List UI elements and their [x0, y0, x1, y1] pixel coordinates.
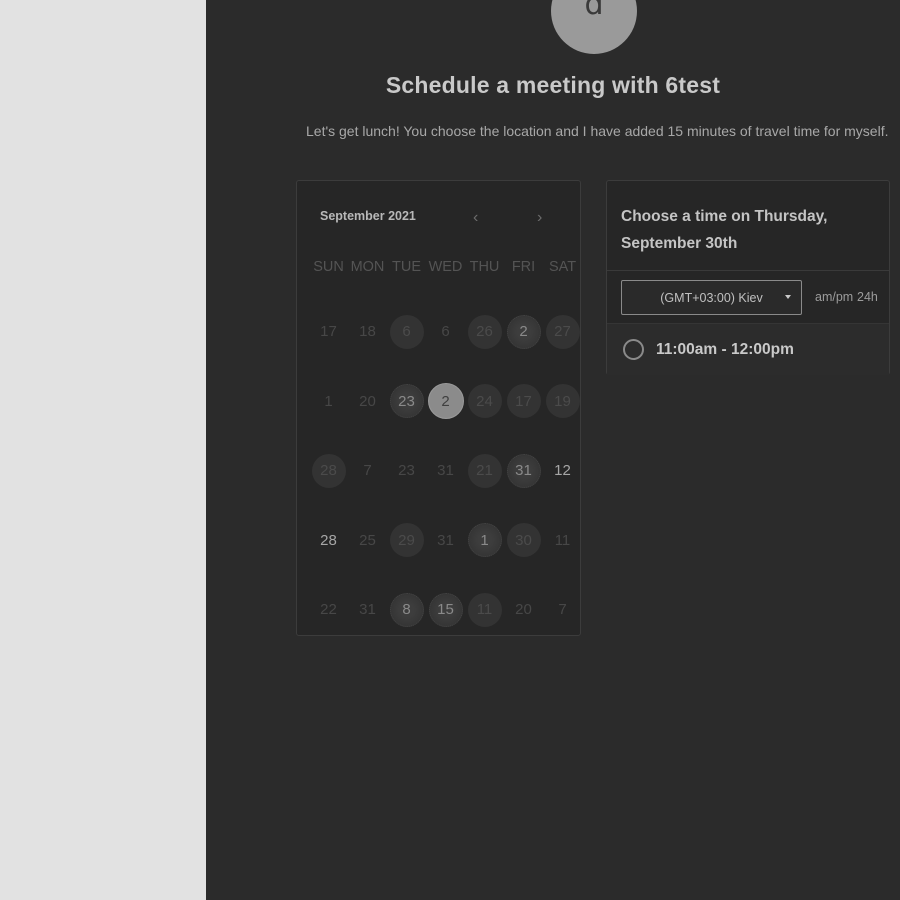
calendar-day-available[interactable]: 6 — [387, 297, 426, 367]
calendar-day: 20 — [359, 392, 376, 410]
calendar-day-available[interactable]: 29 — [387, 506, 426, 576]
calendar-day: 20 — [515, 601, 532, 619]
weekday-label: MON — [350, 259, 385, 275]
calendar-day: 7 — [558, 601, 567, 619]
avatar: d — [551, 0, 637, 54]
calendar-day-available[interactable]: 17 — [504, 367, 543, 437]
calendar-day-available[interactable]: 24 — [465, 367, 504, 437]
calendar-day: 31 — [437, 531, 454, 549]
weekday-label: TUE — [392, 259, 421, 275]
calendar-day-available[interactable]: 26 — [465, 297, 504, 367]
timezone-value: (GMT+03:00) Kiev — [660, 290, 763, 305]
calendar-day: 17 — [320, 323, 337, 341]
caret-down-icon — [785, 295, 791, 299]
calendar-day: 31 — [437, 462, 454, 480]
weekday-label: SAT — [548, 259, 577, 275]
weekday-label: THU — [469, 259, 500, 275]
time-picker-panel: Choose a time on Thursday, September 30t… — [606, 180, 890, 375]
calendar-day: 31 — [359, 601, 376, 619]
calendar-day: 23 — [398, 462, 415, 480]
calendar-day-available[interactable]: 23 — [387, 367, 426, 437]
page-title: Schedule a meeting with 6test — [385, 72, 721, 98]
calendar-day-available[interactable]: 30 — [504, 506, 543, 576]
calendar-grid: 17 18 6 6 26 2 27 1 20 23 2 24 17 19 28 … — [309, 297, 584, 645]
calendar-day-available[interactable]: 28 — [309, 436, 348, 506]
format-24h-toggle[interactable]: 24h — [857, 290, 878, 304]
calendar-day-available[interactable]: 27 — [543, 297, 582, 367]
weekday-label: SUN — [313, 259, 344, 275]
calendar-day-available[interactable]: 19 — [543, 367, 582, 437]
calendar-day-available[interactable]: 8 — [387, 575, 426, 645]
calendar-day: 25 — [359, 531, 376, 549]
calendar-day-available[interactable]: 11 — [465, 575, 504, 645]
divider — [607, 270, 889, 271]
calendar-day: 6 — [441, 323, 450, 341]
weekday-label: FRI — [511, 259, 536, 275]
scheduler-page: d Schedule a meeting with 6test Let's ge… — [206, 0, 900, 900]
weekday-label: WED — [428, 259, 463, 275]
chevron-left-icon[interactable]: ‹ — [473, 209, 478, 227]
time-picker-heading: Choose a time on Thursday, September 30t… — [621, 208, 828, 252]
calendar-day: 7 — [363, 462, 372, 480]
calendar: September 2021 ‹ › SUN MON TUE WED THU F… — [296, 180, 581, 636]
page-description: Let's get lunch! You choose the location… — [306, 123, 889, 139]
radio-button-icon[interactable] — [623, 339, 644, 360]
calendar-month-label: September 2021 — [320, 209, 416, 223]
format-ampm-toggle[interactable]: am/pm — [815, 290, 853, 304]
avatar-letter: d — [584, 0, 604, 22]
time-slot-option[interactable]: 11:00am - 12:00pm — [607, 323, 889, 375]
calendar-day-available[interactable]: 1 — [465, 506, 504, 576]
calendar-day: 22 — [320, 601, 337, 619]
calendar-day: 1 — [324, 392, 333, 410]
left-panel — [0, 0, 206, 900]
calendar-day: 18 — [359, 323, 376, 341]
time-slot-label: 11:00am - 12:00pm — [656, 340, 794, 358]
calendar-day-selected[interactable]: 2 — [426, 367, 465, 437]
weekday-header: SUN MON TUE WED THU FRI SAT — [309, 259, 584, 275]
chevron-right-icon[interactable]: › — [537, 209, 542, 227]
calendar-day: 12 — [554, 462, 571, 480]
calendar-day: 28 — [320, 531, 337, 549]
calendar-day-available[interactable]: 21 — [465, 436, 504, 506]
calendar-day-available[interactable]: 31 — [504, 436, 543, 506]
calendar-day-available[interactable]: 2 — [504, 297, 543, 367]
timezone-select[interactable]: (GMT+03:00) Kiev — [621, 280, 802, 315]
calendar-day: 11 — [554, 531, 571, 549]
calendar-day-available[interactable]: 15 — [426, 575, 465, 645]
